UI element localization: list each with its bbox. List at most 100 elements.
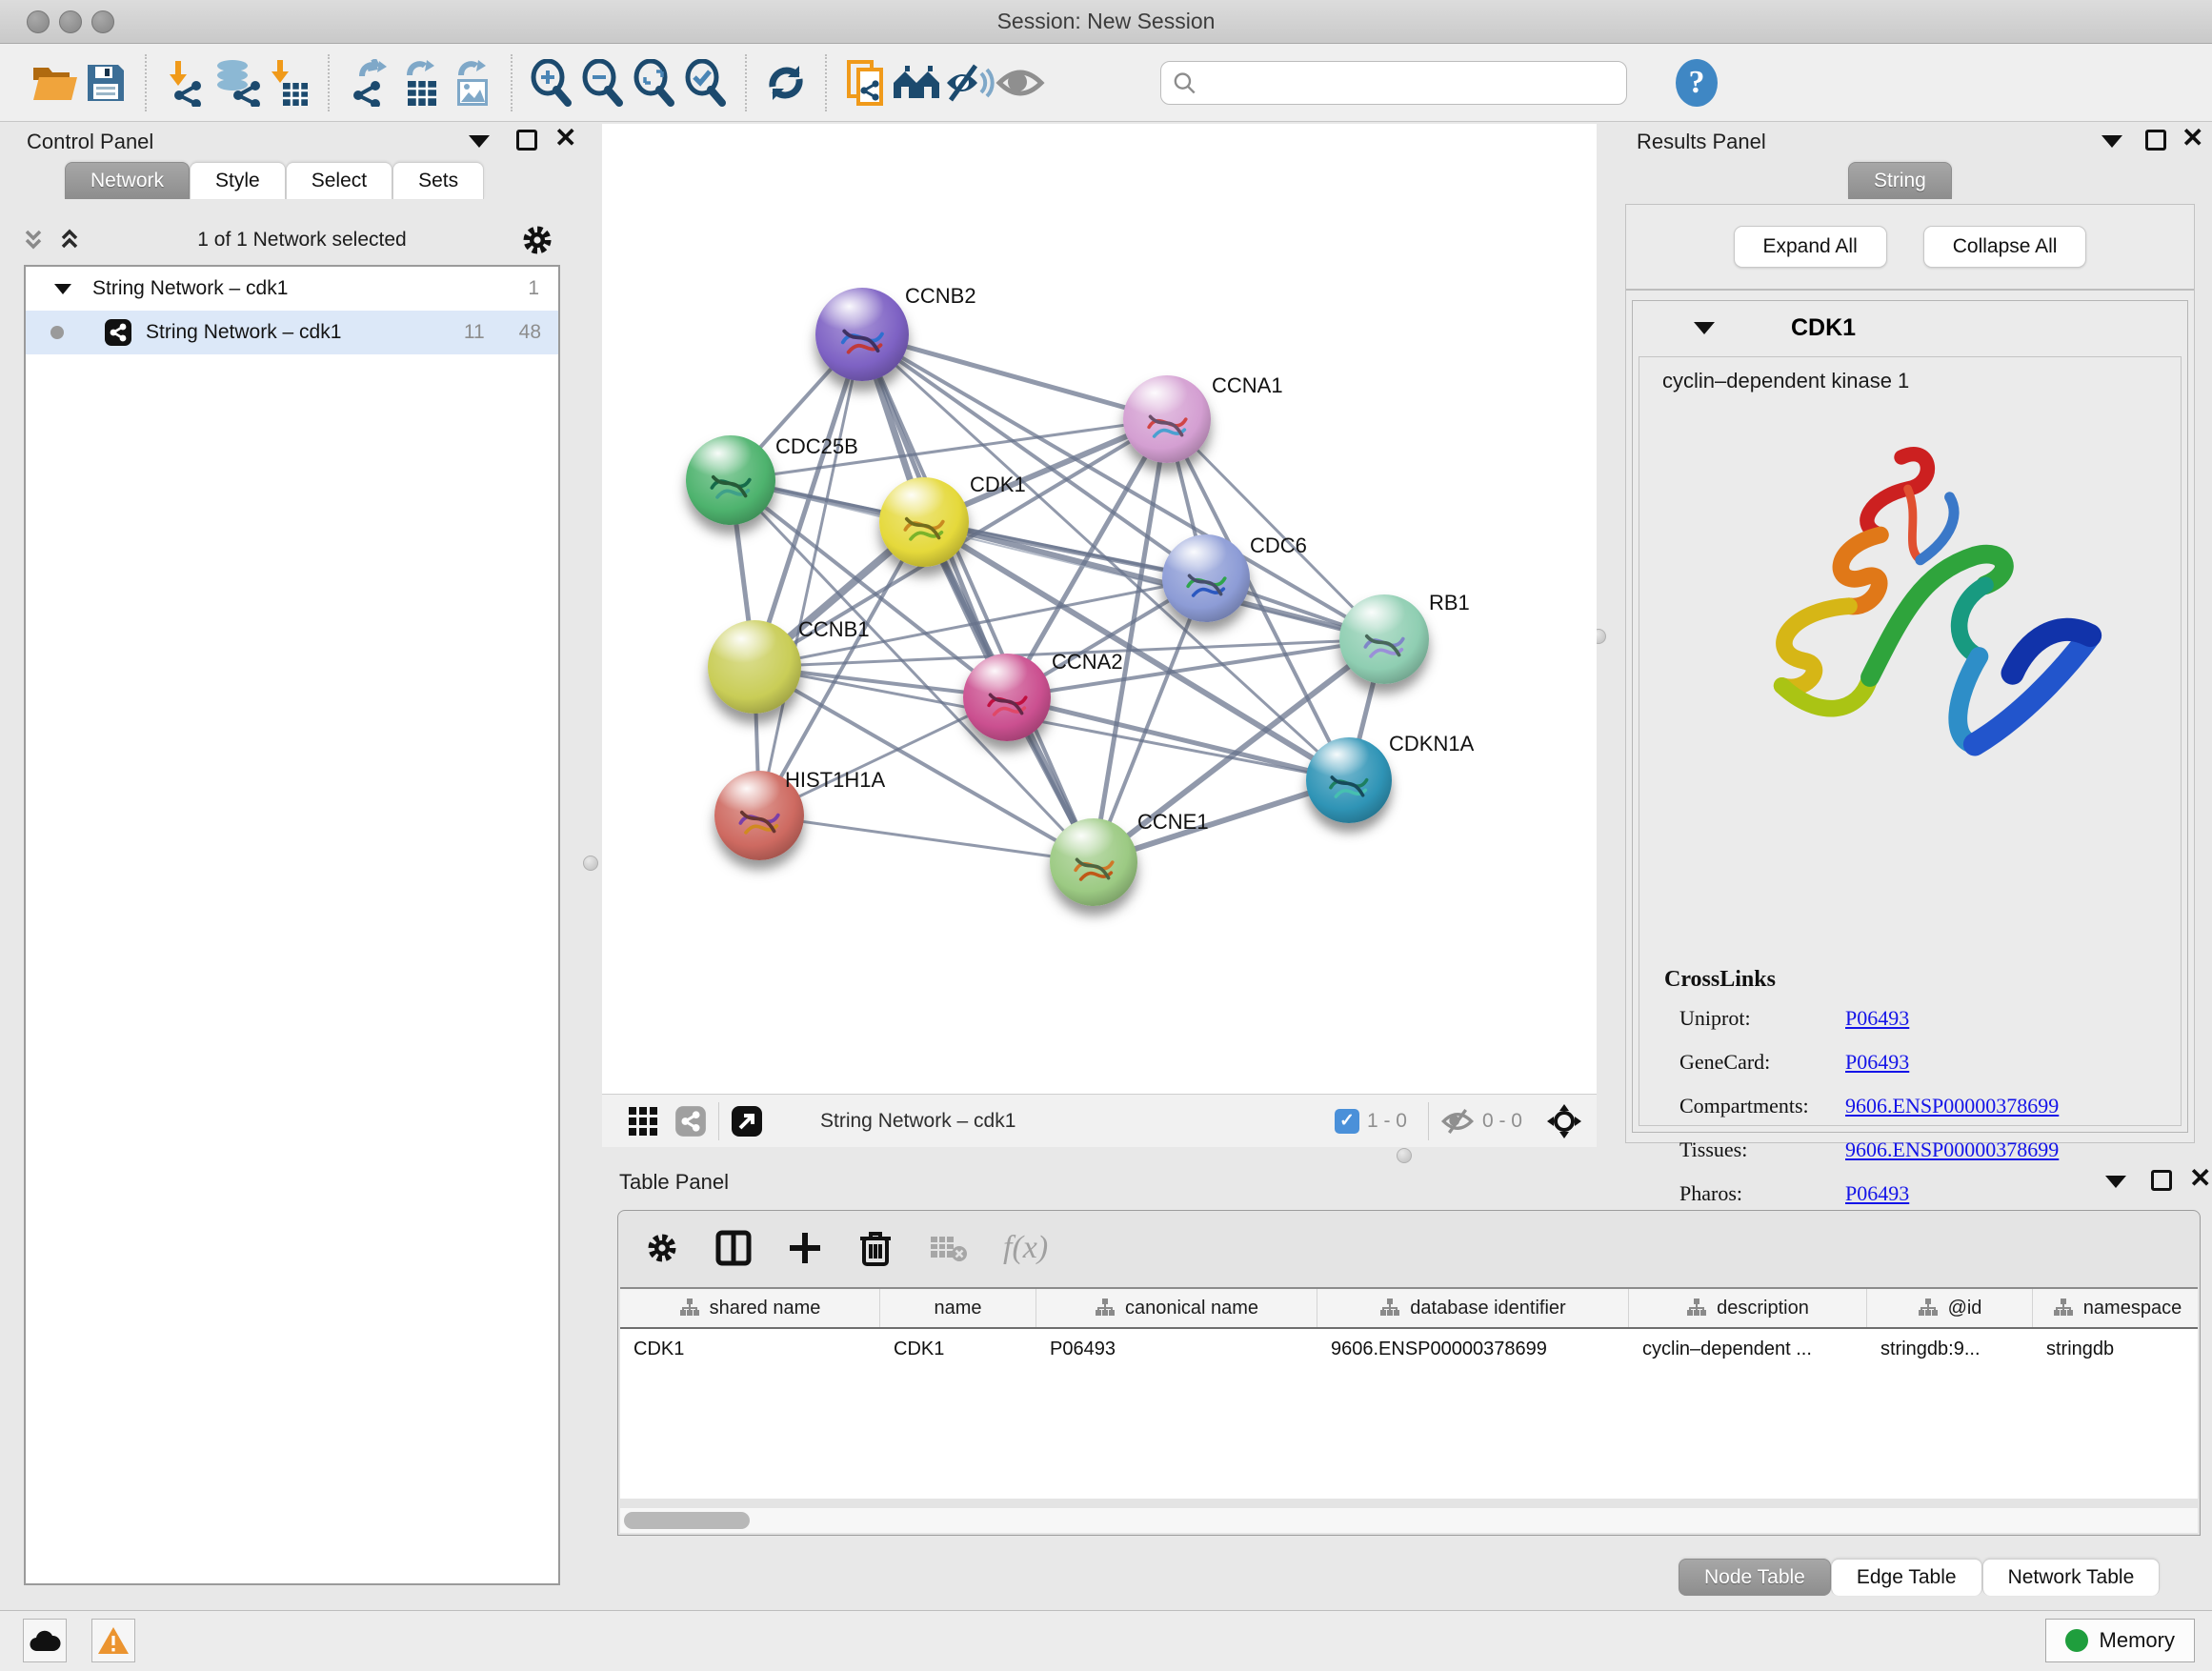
search-box[interactable]: [1160, 61, 1627, 105]
control-panel-collapse-icon[interactable]: [469, 135, 490, 148]
window-titlebar: Session: New Session: [0, 0, 2212, 44]
export-table-icon[interactable]: [394, 57, 446, 109]
expand-all-networks-icon[interactable]: [19, 226, 48, 254]
apply-layout-icon[interactable]: [760, 57, 812, 109]
results-panel-collapse-icon[interactable]: [2101, 135, 2122, 148]
column-header-name[interactable]: name: [880, 1289, 1036, 1327]
network-node-CDKN1A[interactable]: [1306, 737, 1392, 823]
control-panel-float-icon[interactable]: [516, 130, 537, 151]
selected-nodes-checkbox[interactable]: ✓: [1335, 1109, 1359, 1134]
expand-all-button[interactable]: Expand All: [1734, 226, 1887, 268]
column-header-shared-name[interactable]: shared name: [620, 1289, 880, 1327]
zoom-fit-icon[interactable]: [629, 57, 680, 109]
table-panel-close-icon[interactable]: ✕: [2189, 1168, 2211, 1189]
import-network-file-icon[interactable]: [160, 57, 211, 109]
export-image-icon[interactable]: [446, 57, 497, 109]
tab-sets[interactable]: Sets: [392, 162, 484, 199]
table-tabs: Node TableEdge TableNetwork Table: [1679, 1559, 2160, 1596]
column-header--id[interactable]: @id: [1867, 1289, 2033, 1327]
control-panel: Control Panel ✕ NetworkStyleSelectSets 1…: [10, 124, 573, 1597]
detach-view-icon[interactable]: [731, 1105, 763, 1137]
network-edge-CCNA2-CDKN1A[interactable]: [1007, 697, 1349, 780]
node-structure-glyph: [702, 458, 759, 512]
tab-edge-table[interactable]: Edge Table: [1831, 1559, 1982, 1596]
tab-network[interactable]: Network: [65, 162, 190, 199]
results-panel-float-icon[interactable]: [2145, 130, 2166, 151]
hide-unhide-icon[interactable]: [943, 57, 995, 109]
tab-style[interactable]: Style: [190, 162, 286, 199]
tab-node-table[interactable]: Node Table: [1679, 1559, 1831, 1596]
network-node-CDC25B[interactable]: [686, 435, 775, 525]
network-node-CDC6[interactable]: [1162, 534, 1250, 622]
network-collection-row[interactable]: String Network – cdk1 1: [26, 267, 558, 311]
table-cell: cyclin–dependent ...: [1629, 1329, 1867, 1369]
fit-selected-crosshair-icon[interactable]: [1545, 1102, 1583, 1140]
network-row[interactable]: String Network – cdk1 11 48: [26, 311, 558, 354]
tab-string[interactable]: String: [1848, 162, 1952, 199]
network-node-CCNA2[interactable]: [963, 654, 1051, 741]
network-node-CDK1[interactable]: [879, 477, 969, 567]
zoom-in-icon[interactable]: [526, 57, 577, 109]
table-panel-float-icon[interactable]: [2151, 1170, 2172, 1191]
collapse-all-networks-icon[interactable]: [55, 226, 84, 254]
node-card-expander-icon[interactable]: [1694, 322, 1715, 334]
network-edge-CCNB2-HIST1H1A[interactable]: [759, 334, 862, 815]
network-canvas[interactable]: CCNB2CCNA1CDC25BCDK1CDC6RB1CCNB1CCNA2CDK…: [602, 124, 1597, 1094]
column-attribute-icon: [1379, 1298, 1400, 1319]
zoom-selected-icon[interactable]: [680, 57, 732, 109]
search-input[interactable]: [1196, 71, 1615, 93]
table-toolbar: f(x): [618, 1211, 2200, 1285]
open-session-icon[interactable]: [29, 57, 80, 109]
memory-button[interactable]: Memory: [2045, 1619, 2195, 1662]
home-icon[interactable]: [892, 57, 943, 109]
results-panel-close-icon[interactable]: ✕: [2182, 128, 2203, 149]
save-session-icon[interactable]: [80, 57, 131, 109]
column-header-namespace[interactable]: namespace: [2033, 1289, 2198, 1327]
network-node-CCNB1[interactable]: [708, 620, 801, 714]
help-icon[interactable]: ?: [1671, 57, 1722, 109]
network-node-CCNA1[interactable]: [1123, 375, 1211, 463]
network-node-CCNB2[interactable]: [815, 288, 909, 381]
warning-icon: [97, 1625, 130, 1656]
network-edge-HIST1H1A-CCNE1[interactable]: [759, 815, 1094, 862]
bottom-splitter-handle[interactable]: [1397, 1148, 1412, 1163]
import-network-database-icon[interactable]: [211, 57, 263, 109]
column-header-canonical-name[interactable]: canonical name: [1036, 1289, 1317, 1327]
eye-icon[interactable]: [995, 57, 1046, 109]
column-header-database-identifier[interactable]: database identifier: [1317, 1289, 1629, 1327]
crosslink-link[interactable]: P06493: [1845, 1006, 1909, 1031]
table-panel-collapse-icon[interactable]: [2105, 1176, 2126, 1188]
table-row[interactable]: CDK1CDK1P064939606.ENSP00000378699cyclin…: [620, 1329, 2198, 1369]
network-node-RB1[interactable]: [1339, 594, 1429, 684]
table-horizontal-scrollbar[interactable]: [620, 1508, 2198, 1533]
grid-view-icon[interactable]: [627, 1105, 659, 1137]
collapse-all-button[interactable]: Collapse All: [1923, 226, 2087, 268]
network-options-gear-icon[interactable]: [520, 223, 554, 257]
copy-style-icon[interactable]: [840, 57, 892, 109]
table-options-gear-icon[interactable]: [645, 1231, 679, 1265]
import-table-icon[interactable]: [263, 57, 314, 109]
delete-table-icon[interactable]: [929, 1233, 967, 1263]
add-column-icon[interactable]: [788, 1231, 822, 1265]
warnings-button[interactable]: [91, 1619, 135, 1662]
scrollbar-thumb[interactable]: [624, 1512, 750, 1529]
show-columns-icon[interactable]: [715, 1230, 752, 1266]
cloud-status-button[interactable]: [23, 1619, 67, 1662]
network-view-icon[interactable]: [674, 1105, 707, 1137]
tab-select[interactable]: Select: [286, 162, 392, 199]
crosslink-link[interactable]: P06493: [1845, 1050, 1909, 1075]
crosslink-link[interactable]: 9606.ENSP00000378699: [1845, 1094, 2059, 1118]
zoom-out-icon[interactable]: [577, 57, 629, 109]
collection-expander-icon[interactable]: [54, 284, 71, 294]
network-node-CCNE1[interactable]: [1050, 818, 1137, 906]
column-header-description[interactable]: description: [1629, 1289, 1867, 1327]
delete-column-icon[interactable]: [858, 1229, 893, 1267]
network-edge-CCNB2-CCNE1[interactable]: [862, 334, 1094, 862]
left-splitter-handle[interactable]: [583, 856, 598, 871]
function-builder-icon[interactable]: f(x): [1003, 1230, 1048, 1266]
hidden-eye-icon[interactable]: [1440, 1107, 1475, 1136]
export-network-icon[interactable]: [343, 57, 394, 109]
tab-network-table[interactable]: Network Table: [1982, 1559, 2161, 1596]
control-panel-close-icon[interactable]: ✕: [554, 128, 576, 149]
crosslink-link[interactable]: 9606.ENSP00000378699: [1845, 1137, 2059, 1162]
